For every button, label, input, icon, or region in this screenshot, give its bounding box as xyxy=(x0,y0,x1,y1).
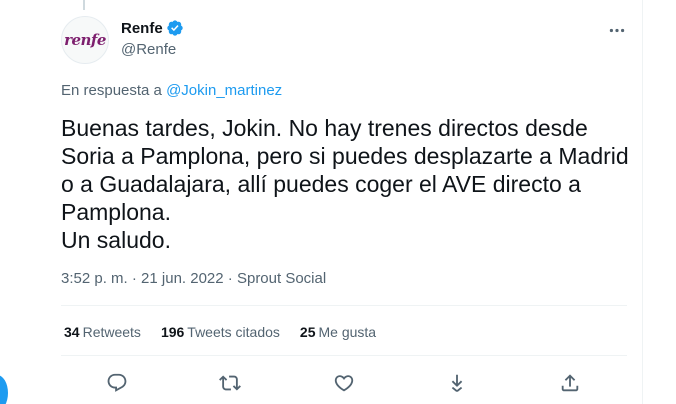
quotes-stat[interactable]: 196 Tweets citados xyxy=(161,324,280,340)
reply-prefix: En respuesta a xyxy=(61,82,162,99)
author-handle[interactable]: @Renfe xyxy=(121,41,176,58)
like-icon[interactable] xyxy=(327,366,361,400)
more-icon[interactable] xyxy=(606,20,628,40)
thread-line xyxy=(83,0,85,10)
avatar-logo: renfe xyxy=(64,31,106,49)
meta-separator: · xyxy=(227,270,237,287)
quotes-count: 196 xyxy=(160,324,185,340)
divider xyxy=(61,355,627,356)
retweets-count: 34 xyxy=(64,324,80,340)
retweets-stat[interactable]: 34 Retweets xyxy=(64,324,141,340)
reply-mention-link[interactable]: @Jokin_martinez xyxy=(166,82,282,99)
likes-count: 25 xyxy=(299,324,316,340)
tweet-time[interactable]: 3:52 p. m. xyxy=(61,270,128,287)
reply-icon[interactable] xyxy=(100,366,134,400)
tweet-meta: 3:52 p. m. · 21 jun. 2022 · Sprout Socia… xyxy=(61,270,326,287)
retweet-icon[interactable] xyxy=(213,366,247,400)
author-name-row: Renfe xyxy=(121,19,184,37)
avatar[interactable]: renfe xyxy=(61,16,109,64)
action-bar xyxy=(61,366,627,400)
column-border xyxy=(642,0,643,404)
compose-fab[interactable] xyxy=(0,375,8,404)
tweet-text: Buenas tardes, Jokin. No hay trenes dire… xyxy=(61,115,629,253)
quotes-label: Tweets citados xyxy=(187,324,280,340)
reply-context: En respuesta a @Jokin_martinez xyxy=(61,82,282,99)
meta-separator: · xyxy=(131,270,142,287)
likes-stat[interactable]: 25 Me gusta xyxy=(300,324,376,340)
display-name[interactable]: Renfe xyxy=(121,20,163,37)
bookmark-icon[interactable] xyxy=(440,366,474,400)
retweets-label: Retweets xyxy=(82,324,141,340)
tweet-stats: 34 Retweets 196 Tweets citados 25 Me gusta xyxy=(64,324,396,340)
verified-icon xyxy=(166,19,184,37)
divider xyxy=(61,305,627,306)
tweet-date[interactable]: 21 jun. 2022 xyxy=(141,270,224,287)
likes-label: Me gusta xyxy=(318,324,377,340)
tweet-source[interactable]: Sprout Social xyxy=(237,270,326,287)
share-icon[interactable] xyxy=(553,366,587,400)
